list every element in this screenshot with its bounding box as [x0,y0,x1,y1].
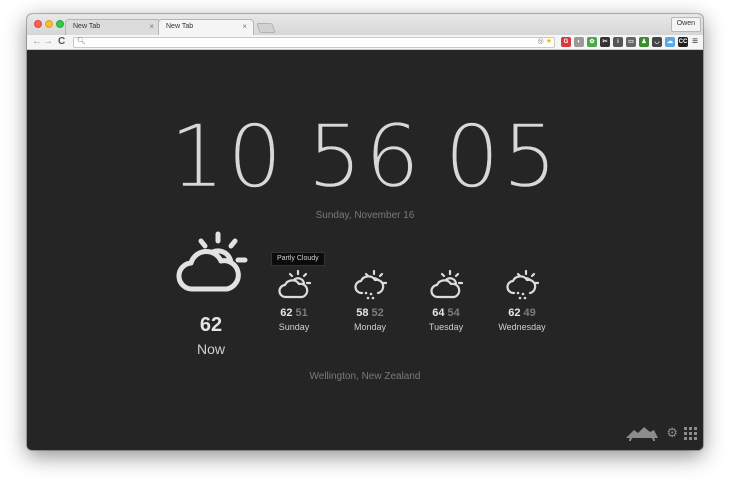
chat-icon[interactable]: ▭ [626,37,636,47]
scissors-icon[interactable]: ✂ [600,37,610,47]
tab-2[interactable]: New Tab × [158,19,254,35]
person-icon[interactable]: ♟ [639,37,649,47]
toolbar: ← → C 🔍︎ ◎ ★ G ◐ ✿ ✂ i ▭ ♟ ◡ ☁ CC ≡ [27,35,703,50]
clock: 10 56 05 [27,107,703,207]
search-icon: 🔍︎ [77,38,86,45]
current-weather[interactable]: 62 Now [173,231,249,357]
evernote-icon[interactable]: ✿ [587,37,597,47]
new-tab-page: 10 56 05 Sunday, November 16 62 Now Partly… [27,51,703,450]
chrome-logo-icon[interactable] [624,424,660,442]
window-close-button[interactable] [34,20,42,28]
extension-gray-icon[interactable]: ◐ [574,37,584,47]
clock-seconds: 05 [444,107,561,207]
tab-close-icon[interactable]: × [242,22,247,31]
weather-tooltip: Partly Cloudy [271,252,325,266]
forecast-day[interactable]: 62 51 Sunday [258,269,330,332]
window-maximize-button[interactable] [56,20,64,28]
partly-cloudy-icon [176,231,248,292]
forecast-day-name: Wednesday [498,322,546,332]
forecast-high: 62 [508,307,521,319]
cloud-icon[interactable]: ☁ [665,37,675,47]
rain-icon [506,269,540,300]
tab-title: New Tab [73,23,101,30]
forecast-day-name: Sunday [278,322,310,332]
star-icon[interactable]: ★ [546,38,552,45]
pocket-icon[interactable]: ◡ [652,37,662,47]
menu-icon[interactable]: ≡ [692,36,698,47]
date-label: Sunday, November 16 [315,210,415,221]
clock-minutes: 56 [307,107,423,207]
forecast-high: 62 [280,307,293,319]
tab-title: New Tab [166,23,194,30]
back-arrow-icon[interactable]: ← [32,36,42,47]
partly-cloudy-icon [430,269,464,299]
window-minimize-button[interactable] [45,20,53,28]
forward-arrow-icon[interactable]: → [43,36,53,47]
current-label: Now [196,341,225,357]
browser-window: New Tab × New Tab × Owen ← → C 🔍︎ ◎ ★ G ◐… [27,14,703,450]
title-bar: New Tab × New Tab × Owen [27,14,703,35]
bottom-controls: ⚙ [624,424,697,442]
forecast-day-name: Monday [353,322,387,332]
forecast-day[interactable]: 62 49 Wednesday [486,269,558,332]
extensions-bar: G ◐ ✿ ✂ i ▭ ♟ ◡ ☁ CC [561,37,688,47]
profile-button[interactable]: Owen [670,17,701,32]
info-icon[interactable]: i [613,37,623,47]
forecast-day[interactable]: 64 54 Tuesday [410,269,482,332]
forecast-low: 54 [447,307,460,319]
reload-icon[interactable]: C [58,36,65,47]
forecast-low: 52 [371,307,384,319]
tab-close-icon[interactable]: × [149,22,154,31]
new-tab-button[interactable] [256,23,276,33]
location-icon[interactable]: ◎ [538,38,544,45]
rain-icon [354,269,388,300]
forecast-high: 58 [356,307,369,319]
forecast-day-name: Tuesday [428,322,464,332]
address-bar[interactable]: 🔍︎ ◎ ★ [73,37,555,48]
cc-icon[interactable]: CC [678,37,688,47]
forecast-high: 64 [432,307,445,319]
forecast-low: 51 [295,307,308,319]
forecast-day[interactable]: 58 52 Monday [334,269,406,332]
tab-1[interactable]: New Tab × [65,19,161,35]
grammarly-icon[interactable]: G [561,37,571,47]
partly-cloudy-icon [278,269,312,299]
apps-grid-icon[interactable] [684,427,697,440]
clock-hours: 10 [169,107,286,207]
location-label: Wellington, New Zealand [309,371,421,382]
forecast-low: 49 [523,307,536,319]
gear-icon[interactable]: ⚙ [666,425,678,441]
current-temperature: 62 [199,314,223,336]
